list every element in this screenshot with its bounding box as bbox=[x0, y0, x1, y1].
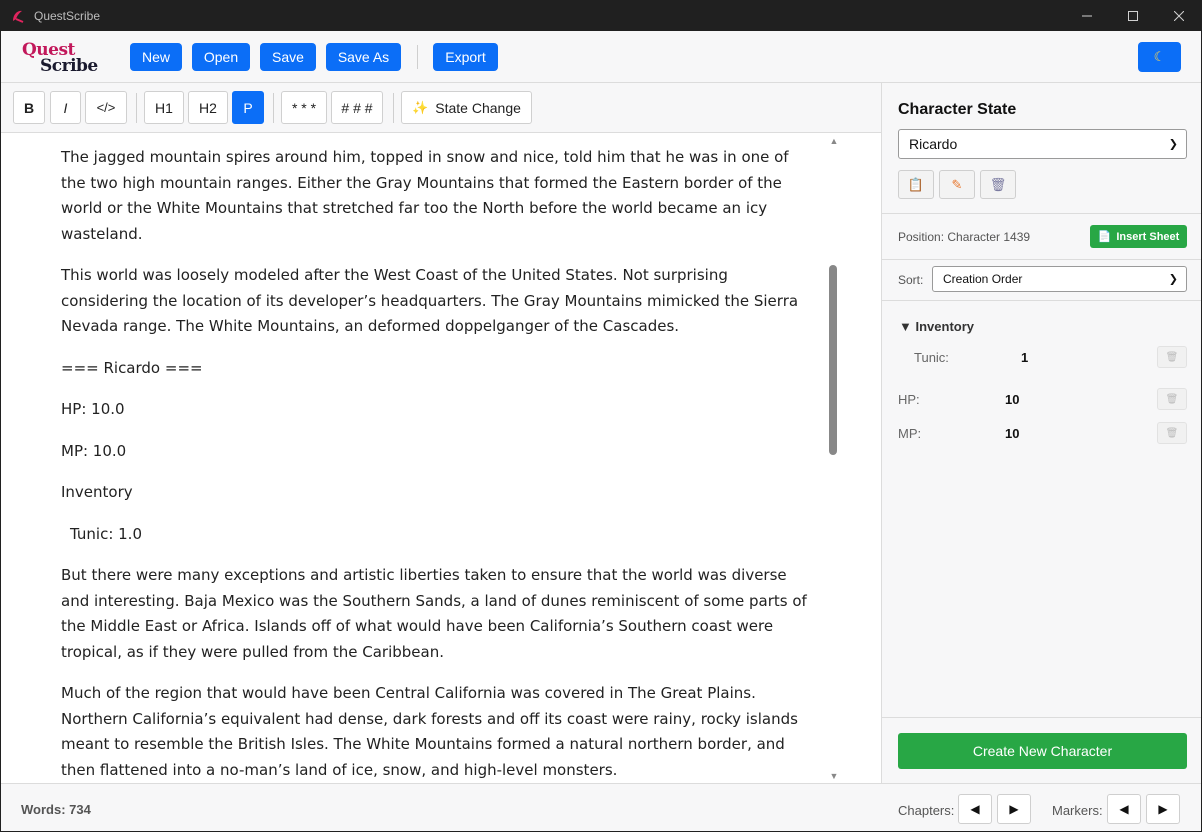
stat-name: HP: bbox=[898, 392, 920, 407]
open-button[interactable]: Open bbox=[192, 43, 250, 71]
panel-divider bbox=[882, 259, 1201, 260]
panel-divider bbox=[882, 213, 1201, 214]
editor-paragraph: The jagged mountain spires around him, t… bbox=[61, 148, 789, 243]
main-toolbar: Quest Scribe New Open Save Save As Expor… bbox=[1, 31, 1201, 83]
character-select[interactable]: Ricardo ❯ bbox=[898, 129, 1187, 159]
bold-button[interactable]: B bbox=[13, 91, 45, 124]
prev-marker-button[interactable]: ◀ bbox=[1107, 794, 1141, 824]
trash-icon: 🗑 bbox=[1165, 351, 1179, 363]
state-change-button[interactable]: ✨ State Change bbox=[401, 91, 532, 124]
new-button[interactable]: New bbox=[130, 43, 182, 71]
create-character-button[interactable]: Create New Character bbox=[898, 733, 1187, 769]
character-sheet-line: Inventory bbox=[61, 483, 133, 501]
chevron-down-icon: ❯ bbox=[1168, 138, 1178, 151]
character-sheet-line: Tunic: 1.0 bbox=[70, 524, 142, 543]
logo-text-bottom: Scribe bbox=[40, 56, 98, 76]
inventory-toggle[interactable]: ▼ Inventory bbox=[899, 319, 974, 334]
edit-character-button[interactable]: ✎ bbox=[939, 170, 975, 199]
sort-select-value: Creation Order bbox=[943, 272, 1023, 286]
next-chapter-button[interactable]: ▶ bbox=[997, 794, 1031, 824]
pencil-icon: ✎ bbox=[951, 176, 963, 192]
editor-paragraph: Much of the region that would have been … bbox=[61, 684, 798, 779]
format-divider bbox=[136, 93, 137, 123]
inventory-header: Inventory bbox=[915, 319, 975, 334]
triangle-left-icon: ◀ bbox=[970, 802, 980, 816]
editor-paragraph: This world was loosely modeled after the… bbox=[61, 266, 799, 335]
sparkle-icon: ✨ bbox=[412, 99, 429, 115]
window-title: QuestScribe bbox=[34, 8, 101, 23]
delete-stat-button[interactable]: 🗑 bbox=[1157, 422, 1187, 444]
document-icon: 📄 bbox=[1097, 231, 1112, 243]
toolbar-divider bbox=[417, 45, 418, 69]
scrollbar-thumb[interactable] bbox=[829, 265, 837, 455]
prev-chapter-button[interactable]: ◀ bbox=[958, 794, 992, 824]
panel-divider bbox=[882, 717, 1201, 718]
chevron-down-icon: ❯ bbox=[1168, 273, 1178, 286]
maximize-button[interactable] bbox=[1110, 0, 1156, 31]
editor-scrollbar[interactable] bbox=[827, 133, 841, 783]
character-sheet-header: === Ricardo === bbox=[61, 358, 203, 377]
trash-icon: 🗑 bbox=[989, 176, 1007, 192]
save-button[interactable]: Save bbox=[260, 43, 316, 71]
scroll-down-arrow-icon[interactable]: ▼ bbox=[827, 770, 841, 782]
delete-item-button[interactable]: 🗑 bbox=[1157, 346, 1187, 368]
stat-name: MP: bbox=[898, 426, 922, 441]
export-button[interactable]: Export bbox=[433, 43, 498, 71]
theme-toggle-button[interactable]: ☾ bbox=[1138, 42, 1181, 72]
app-icon bbox=[13, 10, 24, 23]
italic-button[interactable]: I bbox=[50, 91, 81, 124]
triangle-right-icon: ▶ bbox=[1158, 802, 1168, 816]
triangle-right-icon: ▶ bbox=[1009, 802, 1019, 816]
app-window: Quest Scribe New Open Save Save As Expor… bbox=[1, 31, 1201, 831]
scroll-up-arrow-icon[interactable]: ▲ bbox=[827, 135, 841, 147]
state-change-label: State Change bbox=[435, 99, 521, 116]
scene-break-stars-button[interactable]: * * * bbox=[281, 91, 327, 124]
trash-icon: 🗑 bbox=[1165, 427, 1179, 439]
save-as-button[interactable]: Save As bbox=[326, 43, 401, 71]
panel-title: Character State bbox=[898, 101, 1017, 118]
editor-area[interactable]: The jagged mountain spires around him, t… bbox=[1, 133, 841, 783]
insert-sheet-button[interactable]: 📄 Insert Sheet bbox=[1090, 225, 1187, 248]
character-select-value: Ricardo bbox=[909, 136, 958, 152]
heading2-button[interactable]: H2 bbox=[188, 91, 228, 124]
delete-stat-button[interactable]: 🗑 bbox=[1157, 388, 1187, 410]
insert-sheet-label: Insert Sheet bbox=[1116, 230, 1180, 243]
character-sheet-line: MP: 10.0 bbox=[61, 441, 127, 460]
sort-select[interactable]: Creation Order ❯ bbox=[932, 266, 1187, 292]
format-divider bbox=[273, 93, 274, 123]
triangle-down-icon: ▼ bbox=[899, 319, 912, 334]
scene-break-hash-button[interactable]: # # # bbox=[331, 91, 383, 124]
sort-label: Sort: bbox=[898, 273, 924, 287]
heading1-button[interactable]: H1 bbox=[144, 91, 184, 124]
trash-icon: 🗑 bbox=[1165, 393, 1179, 405]
inventory-item-value[interactable]: 1 bbox=[1021, 350, 1028, 365]
window-titlebar: QuestScribe bbox=[0, 0, 1202, 31]
copy-character-button[interactable]: 📋 bbox=[898, 170, 934, 199]
triangle-left-icon: ◀ bbox=[1119, 802, 1129, 816]
questscribe-logo: Quest Scribe bbox=[20, 40, 104, 76]
cursor-position: Position: Character 1439 bbox=[898, 230, 1031, 244]
stat-value[interactable]: 10 bbox=[1005, 392, 1019, 407]
word-count: Words: 734 bbox=[21, 802, 91, 817]
character-panel: Character State Ricardo ❯ 📋 ✎ 🗑 Position… bbox=[881, 83, 1201, 783]
next-marker-button[interactable]: ▶ bbox=[1146, 794, 1180, 824]
panel-divider bbox=[882, 300, 1201, 301]
status-bar: Words: 734 Chapters: ◀ ▶ Markers: ◀ ▶ bbox=[1, 783, 1201, 831]
character-sheet-line: HP: 10.0 bbox=[61, 400, 125, 418]
close-button[interactable] bbox=[1156, 0, 1202, 31]
format-toolbar: B I </> H1 H2 P * * * # # # ✨ State Chan… bbox=[1, 83, 881, 133]
inventory-item-name: Tunic: bbox=[914, 350, 949, 365]
format-divider bbox=[393, 93, 394, 123]
markers-label: Markers: bbox=[1052, 803, 1103, 818]
paragraph-button[interactable]: P bbox=[232, 91, 264, 124]
moon-icon: ☾ bbox=[1153, 49, 1166, 64]
minimize-button[interactable] bbox=[1064, 0, 1110, 31]
clipboard-icon: 📋 bbox=[907, 176, 925, 192]
chapters-label: Chapters: bbox=[898, 803, 955, 818]
stat-value[interactable]: 10 bbox=[1005, 426, 1019, 441]
code-button[interactable]: </> bbox=[85, 91, 127, 124]
editor-paragraph: But there were many exceptions and artis… bbox=[61, 566, 807, 661]
delete-character-button[interactable]: 🗑 bbox=[980, 170, 1016, 199]
editor-content[interactable]: The jagged mountain spires around him, t… bbox=[61, 145, 811, 783]
